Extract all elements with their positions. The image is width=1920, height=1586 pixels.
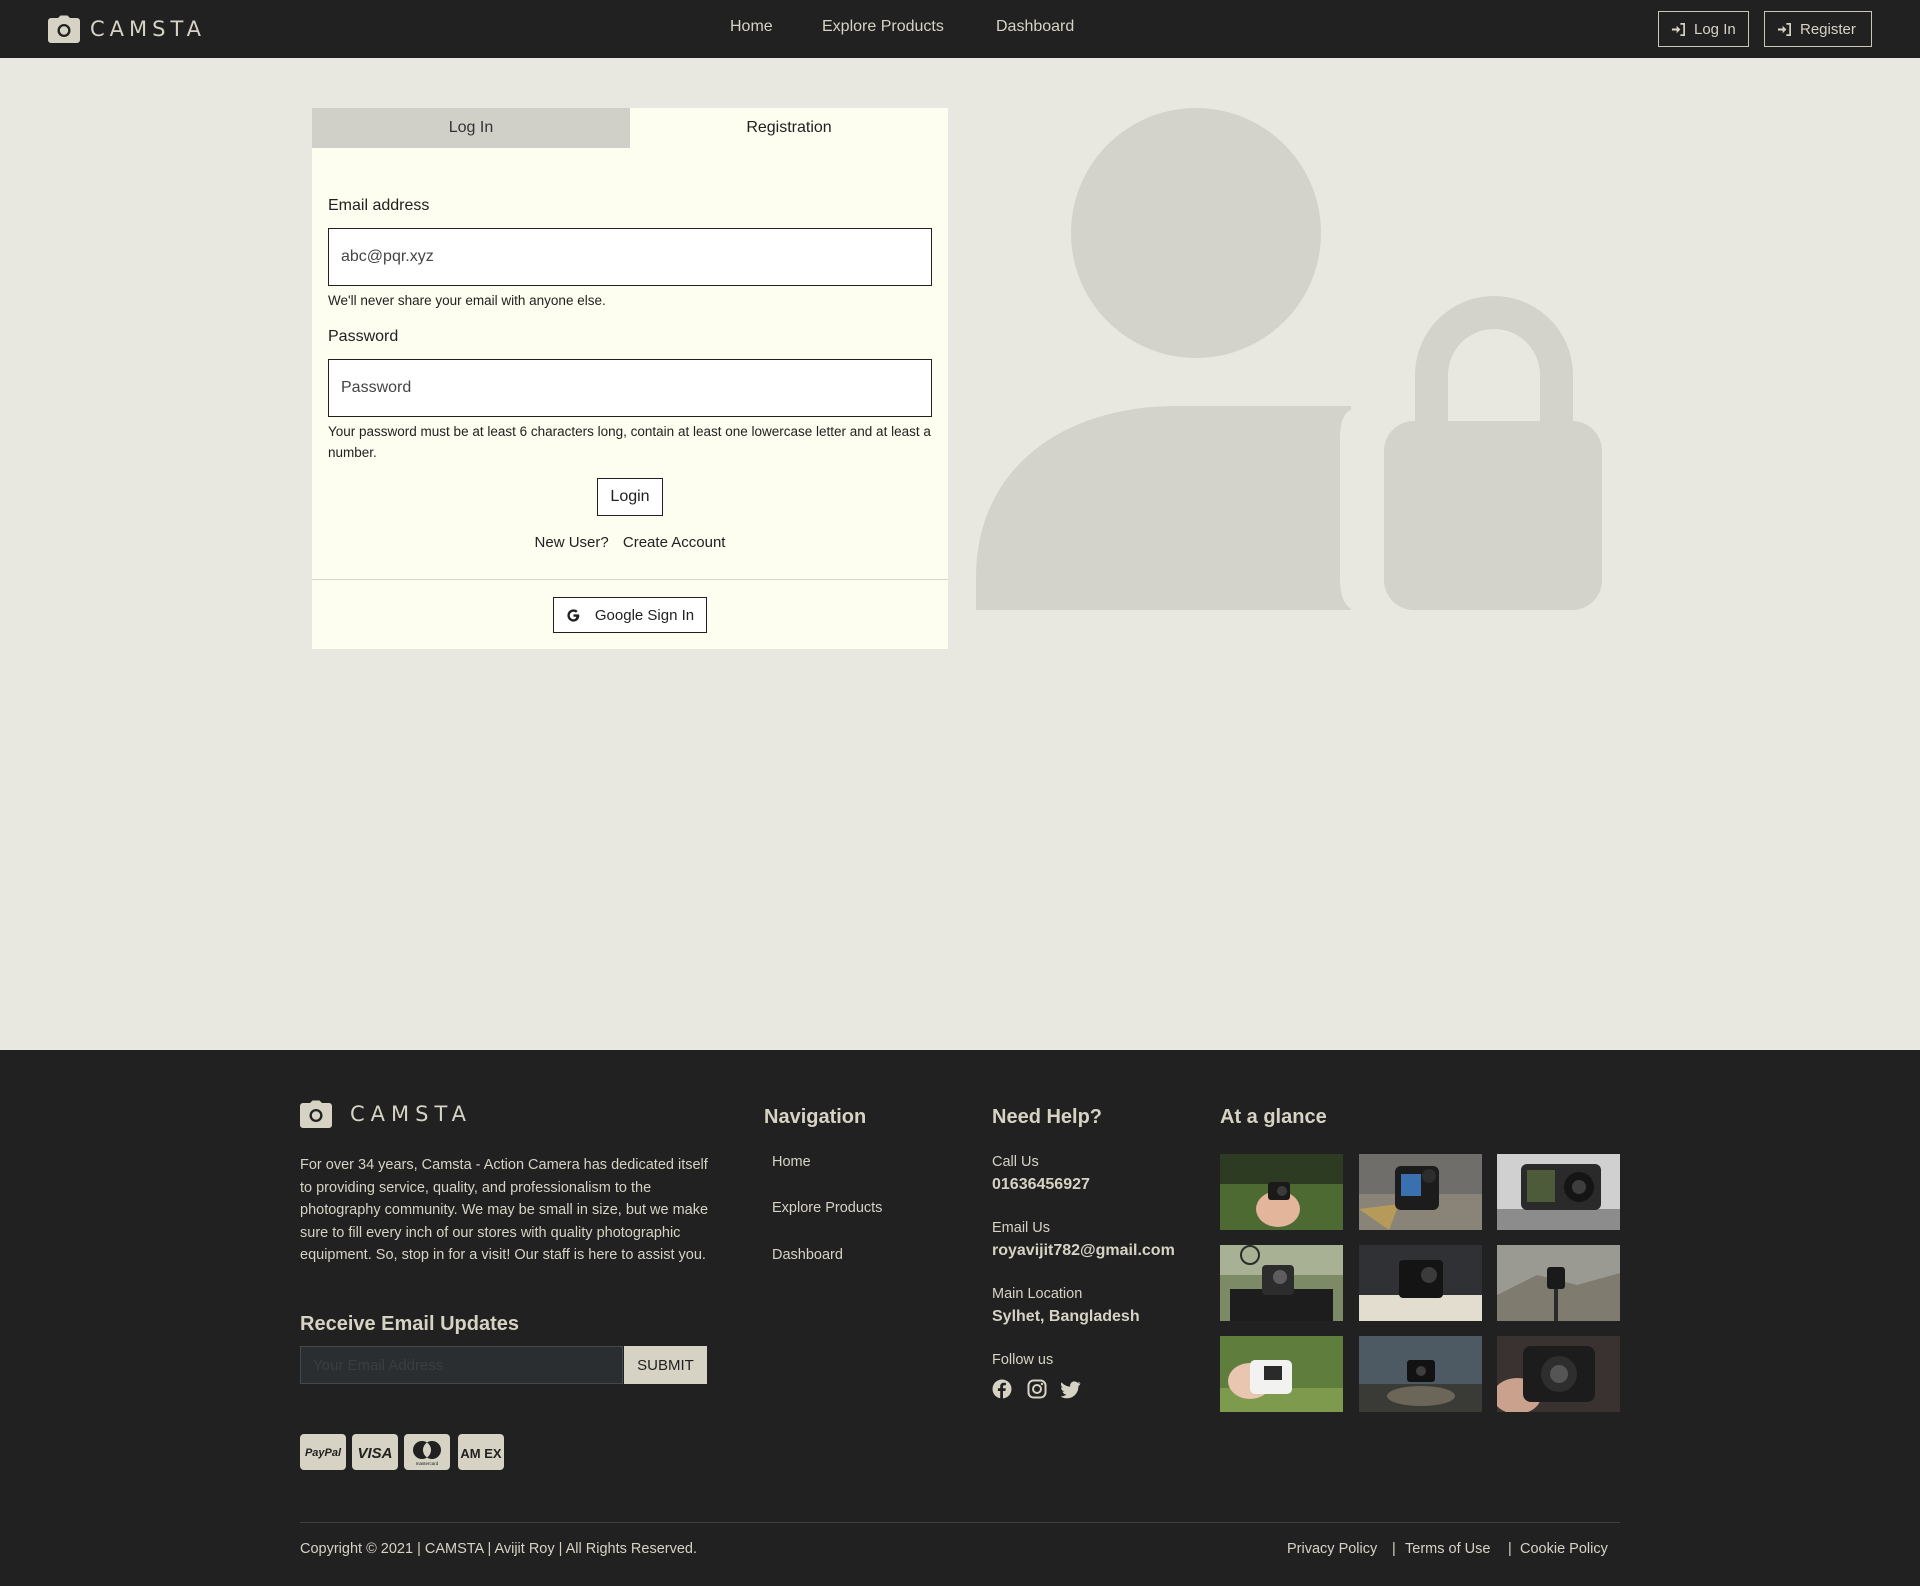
follow-us-label: Follow us: [992, 1352, 1054, 1368]
header-register-label: Register: [1800, 20, 1856, 38]
footer-brand-name: CAMSTA: [350, 1102, 473, 1126]
login-button[interactable]: Login: [597, 478, 663, 516]
tab-login[interactable]: Log In: [312, 108, 630, 148]
email-us-label: Email Us: [992, 1220, 1051, 1236]
facebook-icon[interactable]: [992, 1379, 1012, 1399]
email-field[interactable]: abc@pqr.xyz: [328, 228, 932, 286]
email-help-text: We'll never share your email with anyone…: [328, 293, 606, 308]
password-field[interactable]: Password: [328, 359, 932, 417]
newsletter-email-input[interactable]: Your Email Address: [300, 1346, 623, 1384]
instagram-icon[interactable]: [1027, 1379, 1047, 1399]
footer-divider: [300, 1522, 1620, 1523]
user-lock-illustration: [976, 108, 1602, 610]
terms-of-use-link[interactable]: Terms of Use: [1405, 1541, 1490, 1557]
email-us-value[interactable]: royavijit782@gmail.com: [992, 1242, 1175, 1260]
footer-navigation-heading: Navigation: [764, 1106, 867, 1128]
amex-icon: AM EX: [458, 1434, 504, 1470]
main-location-label: Main Location: [992, 1286, 1083, 1302]
sign-in-icon: [1777, 22, 1791, 36]
at-a-glance-heading: At a glance: [1220, 1106, 1327, 1128]
create-account-link[interactable]: Create Account: [623, 534, 726, 551]
footer-about-text: For over 34 years, Camsta - Action Camer…: [300, 1157, 709, 1263]
need-help-heading: Need Help?: [992, 1106, 1103, 1128]
header-login-button[interactable]: Log In: [1658, 11, 1749, 47]
google-sign-in-label: Google Sign In: [594, 606, 695, 624]
gallery-image-9[interactable]: [1497, 1336, 1620, 1412]
visa-icon: VISA: [352, 1434, 398, 1470]
privacy-policy-link[interactable]: Privacy Policy: [1287, 1541, 1377, 1557]
email-updates-heading: Receive Email Updates: [300, 1313, 519, 1335]
password-label: Password: [328, 328, 399, 345]
new-user-text: New User?: [534, 534, 609, 551]
navbar: CAMSTA Home Explore Products Dashboard L…: [0, 0, 1920, 58]
tab-registration[interactable]: Registration: [630, 108, 948, 148]
brand-logo[interactable]: CAMSTA: [48, 15, 206, 43]
visa-label: VISA: [357, 1445, 392, 1462]
footer-brand[interactable]: CAMSTA: [300, 1100, 472, 1128]
amex-label: AM EX: [460, 1446, 502, 1461]
legal-separator: |: [1508, 1541, 1512, 1557]
new-user-row: New User? Create Account: [312, 534, 948, 551]
google-icon: [567, 608, 580, 622]
gallery-image-4[interactable]: [1220, 1245, 1343, 1321]
gallery-image-6[interactable]: [1497, 1245, 1620, 1321]
main-location-value: Sylhet, Bangladesh: [992, 1308, 1140, 1325]
nav-home[interactable]: Home: [730, 18, 773, 36]
card-divider: [312, 579, 948, 580]
auth-card: Log In Registration Email address abc@pq…: [312, 108, 948, 649]
gallery-image-8[interactable]: [1359, 1336, 1482, 1412]
camera-icon: [300, 1100, 332, 1128]
gallery-image-5[interactable]: [1359, 1245, 1482, 1321]
gallery-image-1[interactable]: [1220, 1154, 1343, 1230]
call-us-label: Call Us: [992, 1154, 1039, 1170]
header-register-button[interactable]: Register: [1764, 11, 1872, 47]
footer: CAMSTA For over 34 years, Camsta - Actio…: [0, 1050, 1920, 1586]
legal-separator: |: [1392, 1541, 1396, 1557]
paypal-label: PayPal: [305, 1447, 342, 1459]
newsletter-submit-button[interactable]: SUBMIT: [624, 1346, 707, 1384]
mastercard-icon: mastercard: [404, 1434, 450, 1470]
twitter-icon[interactable]: [1061, 1379, 1081, 1399]
gallery-image-3[interactable]: [1497, 1154, 1620, 1230]
cookie-policy-link[interactable]: Cookie Policy: [1520, 1541, 1608, 1557]
footer-nav-home[interactable]: Home: [772, 1154, 811, 1170]
gallery-image-7[interactable]: [1220, 1336, 1343, 1412]
brand-name: CAMSTA: [90, 17, 207, 41]
email-label: Email address: [328, 197, 430, 214]
call-us-value[interactable]: 01636456927: [992, 1176, 1090, 1194]
password-help-text: Your password must be at least 6 charact…: [328, 424, 931, 460]
google-sign-in-button[interactable]: Google Sign In: [553, 597, 707, 633]
paypal-icon: PayPal: [300, 1434, 346, 1470]
mastercard-label: mastercard: [416, 1461, 439, 1466]
footer-nav-explore-products[interactable]: Explore Products: [772, 1200, 882, 1216]
footer-nav-dashboard[interactable]: Dashboard: [772, 1247, 843, 1263]
sign-in-icon: [1671, 22, 1685, 36]
gallery-image-2[interactable]: [1359, 1154, 1482, 1230]
copyright-text: Copyright © 2021 | CAMSTA | Avijit Roy |…: [300, 1541, 697, 1557]
nav-explore-products[interactable]: Explore Products: [822, 18, 944, 36]
nav-dashboard[interactable]: Dashboard: [996, 18, 1074, 36]
header-login-label: Log In: [1694, 20, 1736, 38]
camera-icon: [48, 15, 80, 43]
